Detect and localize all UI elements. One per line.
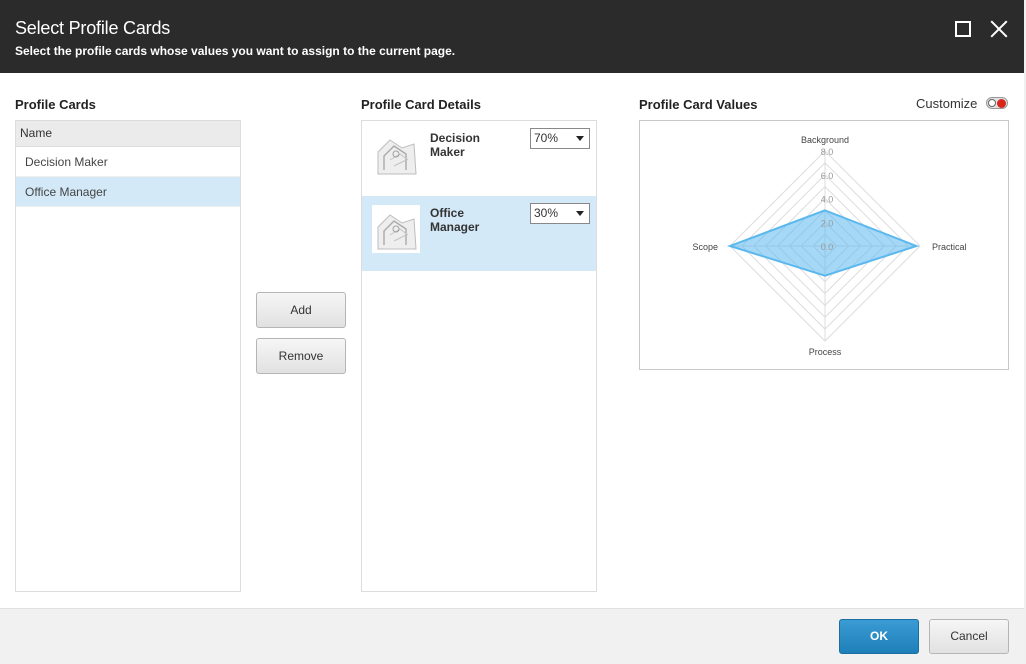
list-item-office-manager[interactable]: Office Manager [16,177,240,207]
weight-dropdown[interactable]: 30% [530,203,590,224]
radar-axis-label: Practical [932,242,967,252]
dialog-title: Select Profile Cards [15,18,170,39]
profile-cards-title: Profile Cards [15,97,96,112]
profile-card-values-title: Profile Card Values [639,97,758,112]
radar-axis-label: Scope [692,242,718,252]
radar-chart: 0.0 2.0 4.0 6.0 8.0 Background Practical Proces… [640,121,1008,369]
weight-value: 70% [534,131,558,145]
maximize-icon[interactable] [955,21,971,37]
radar-chart-container: 0.0 2.0 4.0 6.0 8.0 Background Practical Proces… [639,120,1009,370]
detail-row-decision-maker[interactable]: Decision Maker 70% [362,121,596,196]
customize-toggle[interactable] [986,97,1008,109]
add-button[interactable]: Add [256,292,346,328]
profile-card-details-title: Profile Card Details [361,97,481,112]
radar-tick-label: 4.0 [821,195,834,205]
radar-tick-label: 6.0 [821,171,834,181]
chevron-down-icon [576,211,584,216]
detail-name: Decision Maker [430,131,510,159]
chevron-down-icon [576,136,584,141]
detail-name: Office Manager [430,206,510,234]
dialog-subtitle: Select the profile cards whose values yo… [15,44,455,58]
radar-tick-label: 8.0 [821,147,834,157]
remove-button[interactable]: Remove [256,338,346,374]
toggle-indicator [997,99,1006,108]
customize-label: Customize [916,96,977,111]
radar-tick-label: 0.0 [821,242,834,252]
cancel-button[interactable]: Cancel [929,619,1009,654]
persona-portrait-icon [372,205,420,253]
radar-axis-label: Process [809,347,842,357]
list-item-decision-maker[interactable]: Decision Maker [16,147,240,177]
dialog-titlebar: Select Profile Cards Select the profile … [0,0,1024,73]
toggle-knob [988,99,996,107]
persona-portrait-icon [372,130,420,178]
radar-tick-label: 2.0 [821,218,834,228]
weight-dropdown[interactable]: 70% [530,128,590,149]
profile-cards-list: Name Decision Maker Office Manager [15,120,241,592]
ok-button[interactable]: OK [839,619,919,654]
radar-axis-label: Background [801,135,849,145]
detail-row-office-manager[interactable]: Office Manager 30% [362,196,596,271]
close-icon[interactable] [988,18,1010,40]
weight-value: 30% [534,206,558,220]
profile-card-details-panel: Decision Maker 70% Office Manager 30% [361,120,597,592]
name-column-header[interactable]: Name [16,121,240,147]
dialog-footer: OK Cancel [0,608,1024,664]
